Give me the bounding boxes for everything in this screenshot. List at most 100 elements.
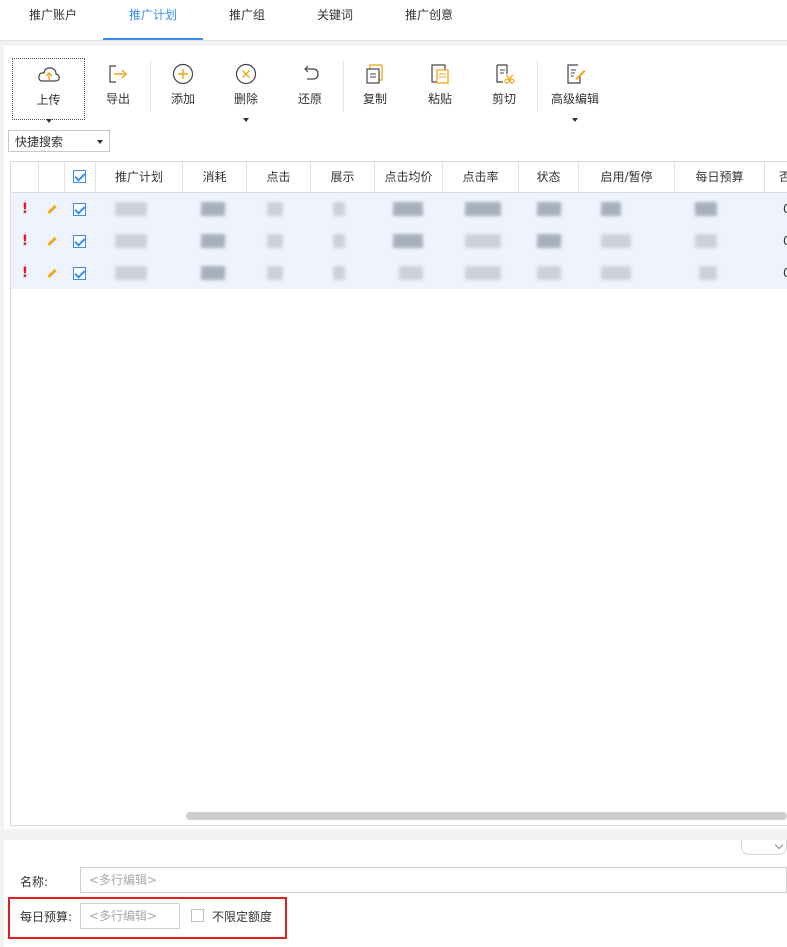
redacted-cell xyxy=(695,202,717,216)
horizontal-scrollbar[interactable] xyxy=(186,812,787,820)
tab-adgroup[interactable]: 推广组 xyxy=(218,0,276,40)
row-select[interactable] xyxy=(65,257,96,289)
pencil-icon xyxy=(47,236,57,247)
highlight-box xyxy=(8,897,287,939)
tab-creative[interactable]: 推广创意 xyxy=(396,0,462,40)
toolbar: 上传 导出 添加 删除 还原 复制 粘贴 剪切 高级编辑 xyxy=(4,46,787,124)
row-select[interactable] xyxy=(65,225,96,257)
top-tab-bar: 推广账户 推广计划 推广组 关键词 推广创意 xyxy=(0,0,787,41)
header-edit-column xyxy=(39,162,65,192)
copy-icon xyxy=(366,64,383,84)
undo-icon xyxy=(304,65,319,80)
toolbar-divider xyxy=(150,60,151,112)
truncated-value: 0 xyxy=(783,225,787,257)
tab-campaign[interactable]: 推广计划 xyxy=(103,0,203,40)
pencil-icon xyxy=(47,204,57,215)
redacted-cell xyxy=(201,234,225,248)
add-label: 添加 xyxy=(170,92,195,106)
delete-label: 删除 xyxy=(233,92,258,106)
export-label: 导出 xyxy=(105,92,130,106)
quick-search-label: 快捷搜索 xyxy=(15,135,64,149)
collapse-toggle[interactable] xyxy=(741,840,787,855)
quick-search-dropdown[interactable]: 快捷搜索 xyxy=(8,130,110,152)
table-row[interactable]: ! 0 xyxy=(11,225,787,257)
header-avg-cpc[interactable]: 点击均价 xyxy=(375,162,443,192)
header-campaign[interactable]: 推广计划 xyxy=(96,162,183,192)
pencil-icon xyxy=(47,268,57,279)
export-icon xyxy=(109,65,127,83)
edit-icon[interactable] xyxy=(39,225,65,257)
paste-button[interactable]: 粘贴 xyxy=(410,58,470,118)
redacted-cell xyxy=(333,202,345,216)
redacted-cell xyxy=(201,202,225,216)
name-input[interactable] xyxy=(80,867,787,893)
plus-circle-icon xyxy=(172,63,194,85)
redacted-cell xyxy=(465,202,501,216)
delete-button[interactable]: 删除 xyxy=(216,58,276,122)
advanced-edit-button[interactable]: 高级编辑 xyxy=(544,58,606,122)
table-row[interactable]: ! 0 xyxy=(11,257,787,289)
copy-label: 复制 xyxy=(362,92,387,106)
redacted-cell xyxy=(267,266,283,280)
table-row[interactable]: ! 0 xyxy=(11,193,787,225)
truncated-value: 0 xyxy=(783,193,787,225)
upload-label: 上传 xyxy=(36,93,61,107)
row-checkbox[interactable] xyxy=(73,203,86,216)
redacted-cell xyxy=(115,234,147,248)
cut-button[interactable]: 剪切 xyxy=(474,58,534,118)
cut-label: 剪切 xyxy=(491,92,516,106)
header-impressions[interactable]: 展示 xyxy=(311,162,375,192)
name-label: 名称: xyxy=(20,875,49,889)
tab-keyword[interactable]: 关键词 xyxy=(306,0,364,40)
upload-button[interactable]: 上传 xyxy=(12,58,85,123)
close-circle-icon xyxy=(235,63,257,85)
header-ctr[interactable]: 点击率 xyxy=(443,162,519,192)
paste-label: 粘贴 xyxy=(427,92,452,106)
redacted-cell xyxy=(115,266,147,280)
header-clicks[interactable]: 点击 xyxy=(247,162,311,192)
restore-label: 还原 xyxy=(297,92,322,106)
warning-icon: ! xyxy=(21,201,29,217)
campaign-grid: 推广计划 消耗 点击 展示 点击均价 点击率 状态 启用/暂停 每日预算 否 !… xyxy=(10,161,787,826)
redacted-cell xyxy=(333,266,345,280)
paste-icon xyxy=(431,64,449,84)
redacted-cell xyxy=(201,266,225,280)
edit-document-icon xyxy=(567,64,586,84)
advanced-edit-label: 高级编辑 xyxy=(550,92,599,106)
redacted-cell xyxy=(465,234,501,248)
row-checkbox[interactable] xyxy=(73,267,86,280)
grid-header: 推广计划 消耗 点击 展示 点击均价 点击率 状态 启用/暂停 每日预算 否 xyxy=(11,162,787,193)
truncated-value: 0 xyxy=(783,257,787,289)
header-status[interactable]: 状态 xyxy=(519,162,579,192)
redacted-cell xyxy=(267,234,283,248)
redacted-cell xyxy=(695,234,717,248)
redacted-cell xyxy=(333,234,345,248)
toolbar-divider xyxy=(537,60,538,112)
redacted-cell xyxy=(115,202,147,216)
edit-icon[interactable] xyxy=(39,193,65,225)
toolbar-divider xyxy=(343,60,344,112)
row-checkbox[interactable] xyxy=(73,235,86,248)
header-cost[interactable]: 消耗 xyxy=(183,162,247,192)
redacted-cell xyxy=(601,202,621,216)
warning-icon: ! xyxy=(21,233,29,249)
chevron-down-icon xyxy=(97,140,103,144)
header-truncated[interactable]: 否 xyxy=(765,162,787,192)
add-button[interactable]: 添加 xyxy=(153,58,213,118)
redacted-cell xyxy=(393,202,423,216)
select-all-checkbox[interactable] xyxy=(73,170,86,183)
redacted-cell xyxy=(537,234,561,248)
row-select[interactable] xyxy=(65,193,96,225)
export-button[interactable]: 导出 xyxy=(88,58,148,118)
restore-button[interactable]: 还原 xyxy=(280,58,340,118)
header-daily-budget[interactable]: 每日预算 xyxy=(675,162,765,192)
header-select-all[interactable] xyxy=(65,162,96,192)
header-enable-pause[interactable]: 启用/暂停 xyxy=(579,162,675,192)
redacted-cell xyxy=(267,202,283,216)
copy-button[interactable]: 复制 xyxy=(345,58,405,118)
chevron-down-icon xyxy=(572,118,578,122)
warning-icon: ! xyxy=(21,265,29,281)
chevron-down-icon xyxy=(45,119,52,123)
edit-icon[interactable] xyxy=(39,257,65,289)
tab-account[interactable]: 推广账户 xyxy=(20,0,86,40)
